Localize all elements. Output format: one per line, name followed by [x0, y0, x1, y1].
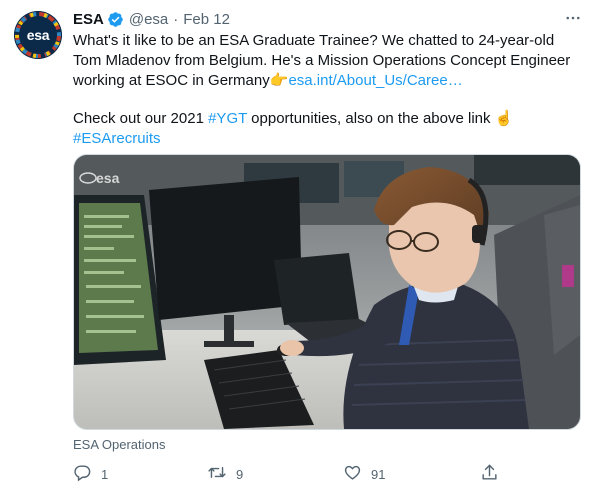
like-button[interactable]: 91 — [343, 463, 385, 485]
tweet-text-line: #ESArecruits — [73, 129, 578, 149]
share-icon — [480, 463, 499, 485]
tweet-text-line: working at ESOC in Germany👉esa.int/About… — [73, 71, 578, 91]
avatar[interactable]: esa — [14, 11, 62, 59]
video-still-image: esa — [74, 155, 580, 429]
video-source-label[interactable]: ESA Operations — [73, 437, 166, 452]
pointing-right-emoji: 👉 — [269, 72, 289, 89]
retweet-count: 9 — [236, 466, 244, 482]
reply-button[interactable]: 1 — [73, 463, 108, 485]
hashtag-esarecruits[interactable]: #ESArecruits — [73, 130, 161, 147]
tweet-actions: 1 9 91 — [73, 463, 513, 485]
pointing-up-emoji: ☝️ — [494, 110, 514, 127]
author-handle[interactable]: @esa — [129, 11, 168, 28]
share-button[interactable] — [480, 463, 499, 485]
tweet-header: ESA @esa · Feb 12 — [73, 9, 230, 29]
article-link[interactable]: esa.int/About_Us/Caree… — [288, 72, 462, 89]
heart-icon — [343, 463, 362, 485]
tweet-text-line: Check out our 2021 #YGT opportunities, a… — [73, 109, 578, 129]
tweet-text-segment: opportunities, also on the above link — [247, 110, 495, 127]
tweet-text-line: What's it like to be an ESA Graduate Tra… — [73, 32, 555, 49]
verified-badge-icon — [107, 11, 124, 28]
more-dots-icon[interactable] — [562, 8, 584, 28]
hashtag-ygt[interactable]: #YGT — [208, 110, 247, 127]
tweet-card[interactable]: esa ESA @esa · Feb 12 What's it like to … — [0, 0, 595, 490]
retweet-icon — [207, 463, 227, 485]
tweet-date[interactable]: Feb 12 — [183, 11, 230, 28]
retweet-button[interactable]: 9 — [207, 463, 243, 485]
reply-count: 1 — [101, 466, 109, 482]
header-separator: · — [173, 10, 179, 28]
like-count: 91 — [371, 466, 386, 482]
tweet-video[interactable]: esa — [73, 154, 581, 430]
avatar-logo-text: esa — [26, 27, 50, 43]
video-watermark: esa — [96, 170, 120, 186]
reply-icon — [73, 463, 92, 485]
tweet-text-segment: working at ESOC in Germany — [73, 72, 270, 89]
author-name[interactable]: ESA — [73, 11, 104, 28]
tweet-text-line: Tom Mladenov from Belgium. He's a Missio… — [73, 52, 571, 69]
tweet-text: What's it like to be an ESA Graduate Tra… — [73, 31, 578, 149]
tweet-text-segment: Check out our 2021 — [73, 110, 209, 127]
